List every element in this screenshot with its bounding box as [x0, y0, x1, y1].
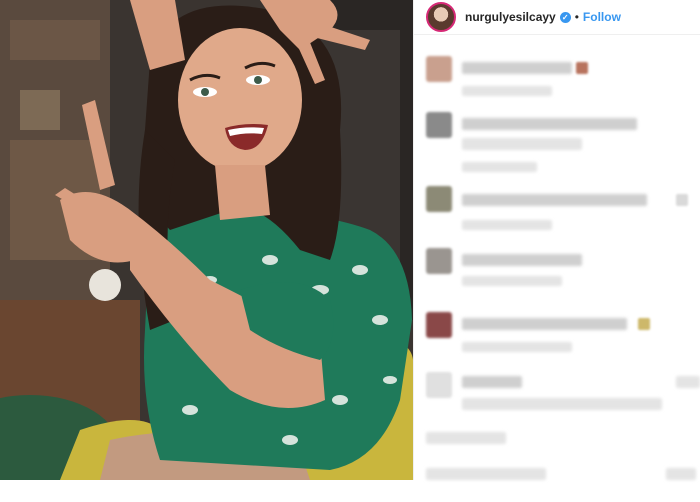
comment-row[interactable] [426, 462, 696, 502]
comment-avatar [426, 312, 452, 338]
verified-badge-icon: ✓ [559, 11, 571, 23]
comment-row[interactable] [426, 248, 688, 288]
comment-avatar [426, 186, 452, 212]
blurred-comment-text [462, 376, 522, 388]
comment-avatar [426, 112, 452, 138]
blurred-comment-meta [462, 220, 552, 230]
blurred-comment-text [462, 318, 627, 330]
post-header: nurgulyesilcayy ✓ • Follow [414, 0, 700, 35]
blurred-comment-text [462, 398, 662, 410]
blurred-emoji [676, 194, 688, 206]
blurred-comment-meta [462, 342, 572, 352]
comment-avatar [426, 56, 452, 82]
follow-button[interactable]: Follow [583, 10, 621, 24]
blurred-emoji [576, 62, 588, 74]
blurred-comment-text [462, 138, 582, 150]
blurred-comment-text [462, 254, 582, 266]
comment-row[interactable] [426, 312, 688, 352]
blurred-comment-text [426, 468, 546, 480]
instagram-post: nurgulyesilcayy ✓ • Follow [0, 0, 700, 480]
comment-avatar [426, 248, 452, 274]
separator-dot: • [574, 10, 579, 24]
post-sidebar: nurgulyesilcayy ✓ • Follow [413, 0, 700, 480]
comment-row[interactable] [426, 112, 688, 172]
blurred-comment-text [462, 62, 572, 74]
photo-illustration [0, 0, 413, 480]
blurred-comment-text [462, 118, 637, 130]
blurred-comment-text [462, 194, 647, 206]
blurred-comment-meta [462, 162, 537, 172]
blurred-comment-meta [462, 86, 552, 96]
comment-row[interactable] [426, 372, 700, 444]
blurred-emoji [666, 468, 696, 480]
username-link[interactable]: nurgulyesilcayy [465, 10, 556, 24]
blurred-emoji [676, 376, 700, 388]
avatar[interactable] [426, 2, 456, 32]
comment-row[interactable] [426, 56, 688, 96]
post-photo[interactable] [0, 0, 413, 480]
blurred-comment-meta [426, 432, 506, 444]
blurred-comment-meta [462, 276, 562, 286]
comment-avatar [426, 372, 452, 398]
blurred-emoji [638, 318, 650, 330]
comment-row[interactable] [426, 186, 688, 230]
